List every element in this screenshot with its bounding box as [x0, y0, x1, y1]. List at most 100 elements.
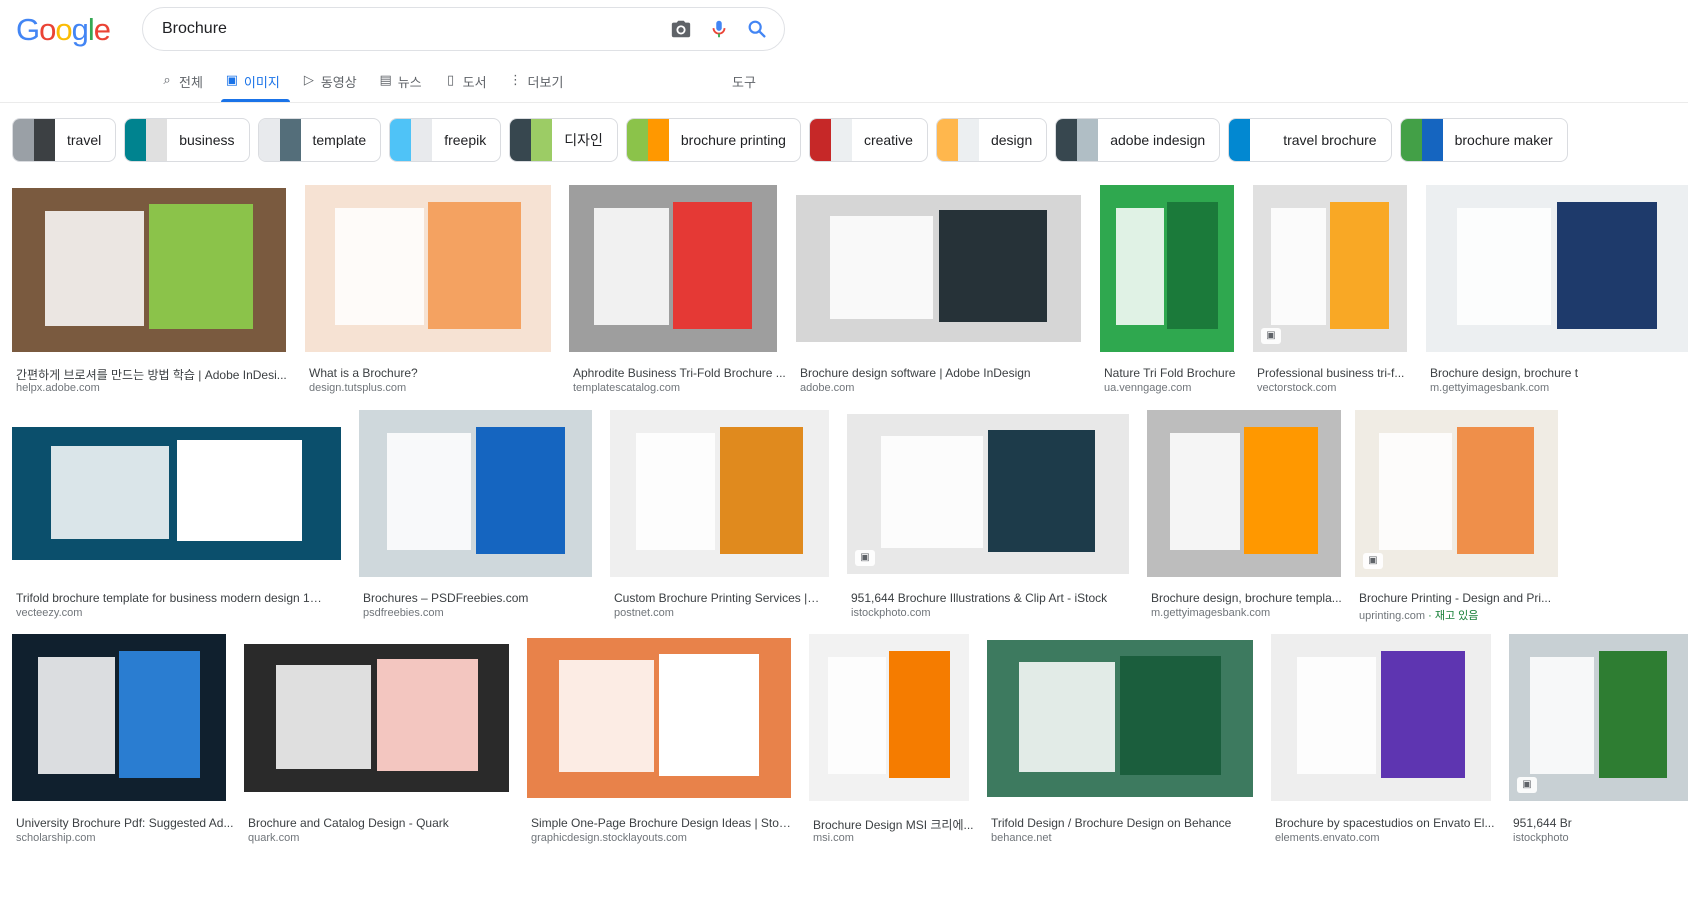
result-thumbnail[interactable]: [527, 638, 791, 798]
result-title[interactable]: Brochure Printing - Design and Pri...: [1359, 591, 1561, 605]
image-icon: ▣: [225, 72, 239, 87]
result-source[interactable]: templatescatalog.com: [573, 382, 789, 394]
result-thumbnail[interactable]: [359, 410, 592, 577]
related-chip[interactable]: brochure printing: [625, 118, 801, 162]
related-chip[interactable]: business: [124, 118, 250, 162]
source-domain: design.tutsplus.com: [309, 382, 407, 394]
result-source[interactable]: helpx.adobe.com: [16, 382, 294, 394]
tab-images[interactable]: ▣ 이미지: [220, 70, 290, 102]
result-source[interactable]: msi.com: [813, 832, 975, 844]
related-chip[interactable]: adobe indesign: [1055, 118, 1221, 162]
result-title[interactable]: 951,644 Br: [1513, 816, 1685, 830]
result-title[interactable]: Brochure design software | Adobe InDesig…: [800, 366, 1072, 380]
source-domain: uprinting.com: [1359, 610, 1426, 622]
result-thumbnail[interactable]: ▣: [847, 414, 1129, 574]
result-source[interactable]: postnet.com: [614, 607, 820, 619]
result-source[interactable]: m.gettyimagesbank.com: [1151, 607, 1343, 619]
tab-books[interactable]: ▯ 도서: [444, 70, 487, 102]
chip-thumbnail: [1229, 119, 1272, 161]
result-thumbnail[interactable]: [12, 634, 226, 801]
logo-letter: o: [39, 12, 56, 47]
result-thumbnail[interactable]: [610, 410, 829, 577]
result-source[interactable]: vectorstock.com: [1257, 382, 1415, 394]
result-source[interactable]: ua.venngage.com: [1104, 382, 1246, 394]
result-title[interactable]: Trifold brochure template for business m…: [16, 591, 328, 605]
result-title[interactable]: Brochure Design MSI 크리에...: [813, 816, 975, 833]
related-chip[interactable]: travel brochure: [1228, 118, 1392, 162]
related-chip[interactable]: 디자인: [509, 118, 618, 162]
result-title[interactable]: What is a Brochure?: [309, 366, 561, 380]
result-source[interactable]: adobe.com: [800, 382, 1072, 394]
result-thumbnail[interactable]: [244, 644, 509, 792]
result-thumbnail[interactable]: ▣: [1509, 634, 1688, 801]
result-source[interactable]: behance.net: [991, 832, 1263, 844]
microphone-icon[interactable]: [700, 10, 738, 48]
result-thumbnail[interactable]: [809, 634, 969, 801]
result-title[interactable]: Custom Brochure Printing Services | Po..…: [614, 591, 820, 605]
tab-all[interactable]: ⌕ 전체: [160, 70, 203, 102]
result-source[interactable]: vecteezy.com: [16, 607, 328, 619]
result-thumbnail[interactable]: [1147, 410, 1341, 577]
result-title[interactable]: Nature Tri Fold Brochure: [1104, 366, 1246, 380]
result-title[interactable]: 951,644 Brochure Illustrations & Clip Ar…: [851, 591, 1137, 605]
tab-more[interactable]: ⋮ 더보기: [509, 70, 564, 102]
result-thumbnail[interactable]: [1271, 634, 1491, 801]
result-title[interactable]: Trifold Design / Brochure Design on Beha…: [991, 816, 1263, 830]
google-logo[interactable]: Google: [16, 12, 111, 48]
related-chip[interactable]: travel: [12, 118, 117, 162]
result-thumbnail[interactable]: [12, 427, 341, 560]
search-input[interactable]: [162, 20, 662, 38]
search-tabs: ⌕ 전체 ▣ 이미지 ▷ 동영상 ▤ 뉴스 ▯ 도서 ⋮ 더보기: [160, 70, 585, 102]
related-chip[interactable]: freepik: [389, 118, 502, 162]
result-thumbnail[interactable]: [1426, 185, 1688, 352]
result-title[interactable]: Brochure and Catalog Design - Quark: [248, 816, 516, 830]
result-source[interactable]: graphicdesign.stocklayouts.com: [531, 832, 795, 844]
result-title[interactable]: Brochure design, brochure templa...: [1151, 591, 1343, 605]
result-title[interactable]: Brochure by spacestudios on Envato El...: [1275, 816, 1497, 830]
result-thumbnail[interactable]: [1100, 185, 1234, 352]
result-title[interactable]: Brochure design, brochure t: [1430, 366, 1684, 380]
result-source[interactable]: scholarship.com: [16, 832, 236, 844]
result-source[interactable]: elements.envato.com: [1275, 832, 1497, 844]
result-thumbnail[interactable]: [12, 188, 286, 352]
result-thumbnail[interactable]: [987, 640, 1253, 797]
tab-label: 전체: [179, 75, 203, 90]
result-thumbnail[interactable]: [796, 195, 1081, 342]
search-icon[interactable]: [738, 10, 776, 48]
result-title[interactable]: University Brochure Pdf: Suggested Ad...: [16, 816, 236, 830]
result-title[interactable]: Brochures – PSDFreebies.com: [363, 591, 595, 605]
chip-label: adobe indesign: [1110, 132, 1206, 148]
related-chip[interactable]: brochure maker: [1399, 118, 1568, 162]
result-thumbnail[interactable]: [569, 185, 777, 352]
result-title[interactable]: Simple One-Page Brochure Design Ideas | …: [531, 816, 795, 830]
related-chip[interactable]: template: [257, 118, 382, 162]
source-domain: behance.net: [991, 832, 1052, 844]
source-domain: adobe.com: [800, 382, 855, 394]
tools-button[interactable]: 도구: [732, 72, 756, 91]
result-source[interactable]: m.gettyimagesbank.com: [1430, 382, 1684, 394]
source-domain: scholarship.com: [16, 832, 96, 844]
result-source[interactable]: istockphoto.com: [851, 607, 1137, 619]
header-divider: [0, 102, 1688, 103]
result-thumbnail[interactable]: [305, 185, 551, 352]
chip-label: brochure maker: [1454, 132, 1553, 148]
tab-label: 더보기: [527, 75, 564, 90]
result-source[interactable]: istockphoto: [1513, 832, 1685, 844]
related-chip[interactable]: design: [935, 118, 1048, 162]
result-source[interactable]: quark.com: [248, 832, 516, 844]
tab-news[interactable]: ▤ 뉴스: [379, 70, 422, 102]
result-source[interactable]: psdfreebies.com: [363, 607, 595, 619]
result-title[interactable]: Professional business tri-f...: [1257, 366, 1415, 380]
related-chip[interactable]: creative: [808, 118, 928, 162]
result-source[interactable]: design.tutsplus.com: [309, 382, 561, 394]
result-source[interactable]: uprinting.com · 재고 있음: [1359, 607, 1561, 623]
camera-icon[interactable]: [662, 10, 700, 48]
tab-videos[interactable]: ▷ 동영상: [302, 70, 357, 102]
result-title[interactable]: Aphrodite Business Tri-Fold Brochure ...: [573, 366, 789, 380]
result-thumbnail[interactable]: ▣: [1355, 410, 1558, 577]
source-domain: templatescatalog.com: [573, 382, 680, 394]
tab-label: 동영상: [320, 75, 357, 90]
result-thumbnail[interactable]: ▣: [1253, 185, 1407, 352]
source-domain: psdfreebies.com: [363, 607, 444, 619]
result-title[interactable]: 간편하게 브로셔를 만드는 방법 학습 | Adobe InDesi...: [16, 366, 294, 383]
